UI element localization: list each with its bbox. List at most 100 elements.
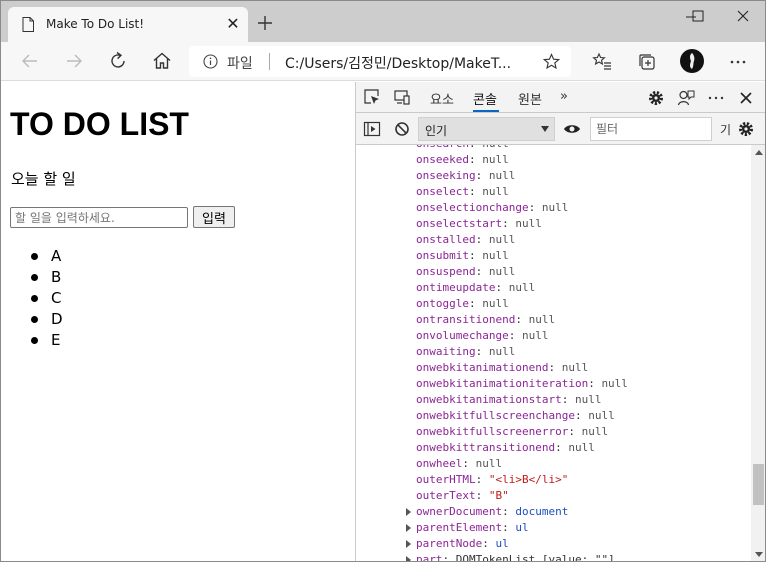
- url-scheme-label: 파일: [227, 56, 253, 72]
- console-property-line: onselectionchange: null: [356, 200, 568, 216]
- property-colon: :: [588, 377, 602, 390]
- console-settings-icon[interactable]: [737, 120, 755, 138]
- page-title: TO DO LIST: [10, 106, 189, 142]
- console-property-line: onwebkitfullscreenerror: null: [356, 424, 608, 440]
- console-property-line[interactable]: parentNode: ul: [356, 536, 509, 552]
- browser-tab[interactable]: Make To Do List! ✕: [8, 7, 248, 42]
- device-emulation-icon[interactable]: [393, 88, 411, 106]
- todo-item: C: [31, 288, 63, 309]
- today-subtitle: 오늘 할 일: [11, 170, 76, 188]
- console-property-line: onwebkitanimationstart: null: [356, 392, 601, 408]
- scroll-up-arrow-icon[interactable]: [755, 150, 763, 155]
- inspect-element-icon[interactable]: [363, 88, 381, 106]
- add-todo-button[interactable]: 입력: [193, 206, 235, 228]
- expand-arrow-icon[interactable]: [406, 556, 411, 561]
- settings-gear-icon[interactable]: [647, 89, 665, 107]
- url-text[interactable]: C:/Users/김정민/Desktop/MakeT...: [285, 53, 527, 73]
- console-property-line: onwheel: null: [356, 456, 502, 472]
- forward-icon[interactable]: [63, 50, 85, 72]
- property-colon: :: [548, 361, 562, 374]
- console-property-line: outerText: "B": [356, 488, 509, 504]
- expand-arrow-icon[interactable]: [406, 540, 411, 548]
- console-property-line: onselect: null: [356, 184, 509, 200]
- close-window-icon[interactable]: [728, 7, 758, 27]
- property-colon: :: [568, 425, 582, 438]
- property-key: onselectionchange: [416, 201, 529, 214]
- scroll-down-arrow-icon[interactable]: [755, 552, 763, 557]
- property-key: ownerDocument: [416, 505, 503, 518]
- refresh-icon[interactable]: [107, 50, 129, 72]
- execution-context-value: 인기: [425, 124, 448, 138]
- new-tab-icon[interactable]: [255, 13, 275, 33]
- property-colon: :: [495, 281, 509, 294]
- expand-arrow-icon[interactable]: [406, 524, 411, 532]
- console-property-line: onseeked: null: [356, 152, 509, 168]
- scrollbar-thumb[interactable]: [753, 464, 764, 505]
- chevron-down-icon: [541, 126, 549, 132]
- property-key: onvolumechange: [416, 329, 509, 342]
- execution-context-select[interactable]: 인기: [418, 117, 555, 141]
- property-colon: :: [475, 233, 489, 246]
- property-value: "B": [488, 489, 509, 502]
- console-property-line[interactable]: parentElement: ul: [356, 520, 529, 536]
- todo-input[interactable]: [10, 207, 188, 228]
- clear-console-icon[interactable]: [393, 120, 411, 138]
- property-value: null: [482, 249, 509, 262]
- address-bar[interactable]: 파일 C:/Users/김정민/Desktop/MakeT...: [189, 46, 571, 77]
- console-scrollbar[interactable]: [751, 145, 765, 561]
- home-icon[interactable]: [151, 50, 173, 72]
- info-icon[interactable]: [203, 54, 218, 69]
- property-key: onwebkitanimationstart: [416, 393, 562, 406]
- favorite-star-icon[interactable]: [543, 53, 560, 70]
- profile-picture-icon: [690, 53, 695, 69]
- more-menu-icon[interactable]: [727, 51, 749, 73]
- property-value: null: [482, 153, 509, 166]
- property-value: null: [488, 169, 516, 182]
- console-property-line: onseeking: null: [356, 168, 515, 184]
- address-separator: [269, 53, 270, 70]
- profile-avatar[interactable]: [680, 49, 704, 73]
- property-key: ontransitionend: [416, 313, 516, 326]
- console-property-line: onstalled: null: [356, 232, 515, 248]
- back-icon[interactable]: [19, 50, 41, 72]
- close-tab-icon[interactable]: ✕: [224, 15, 242, 33]
- property-key: outerText: [416, 489, 476, 502]
- console-toolbar: 인기 기: [356, 113, 765, 145]
- feedback-icon[interactable]: [677, 89, 695, 107]
- tab-console[interactable]: 콘솔: [473, 89, 497, 108]
- property-value: null: [561, 361, 589, 374]
- console-property-line: outerHTML: "<li>B</li>": [356, 472, 568, 488]
- todo-item: B: [31, 267, 63, 288]
- more-tabs-icon[interactable]: »: [560, 89, 568, 104]
- console-property-line: onvolumechange: null: [356, 328, 548, 344]
- property-key: parentNode: [416, 537, 483, 550]
- show-sidebar-icon[interactable]: [363, 120, 381, 138]
- close-devtools-icon[interactable]: [737, 89, 755, 107]
- property-key: onwebkitfullscreenchange: [416, 409, 575, 422]
- navigation-bar: 파일 C:/Users/김정민/Desktop/MakeT...: [1, 42, 765, 81]
- property-value: null: [475, 457, 503, 470]
- property-key: ontimeupdate: [416, 281, 496, 294]
- console-property-line: onwebkitfullscreenchange: null: [356, 408, 615, 424]
- property-key: onselectstart: [416, 217, 503, 230]
- tab-sources[interactable]: 원본: [518, 89, 542, 108]
- live-expression-eye-icon[interactable]: [563, 120, 581, 138]
- property-colon: :: [475, 473, 489, 486]
- todo-list: A B C D E: [31, 246, 63, 351]
- expand-arrow-icon[interactable]: [406, 508, 411, 516]
- console-filter-input[interactable]: [590, 117, 712, 141]
- devtools-more-icon[interactable]: [707, 89, 725, 107]
- property-colon: :: [502, 217, 516, 230]
- console-property-line[interactable]: ownerDocument: document: [356, 504, 568, 520]
- maximize-icon[interactable]: [682, 7, 712, 27]
- property-value: null: [482, 297, 509, 310]
- property-key: ontoggle: [416, 297, 469, 310]
- property-colon: :: [574, 409, 589, 422]
- console-property-line[interactable]: part: DOMTokenList [value: ""]: [356, 552, 615, 561]
- log-levels-dropdown[interactable]: 기: [720, 121, 731, 138]
- property-key: outerHTML: [416, 473, 476, 486]
- tab-elements[interactable]: 요소: [430, 89, 454, 108]
- console-output[interactable]: onsearch: nullonseeked: nullonseeking: n…: [356, 145, 752, 561]
- favorites-list-icon[interactable]: [591, 51, 613, 73]
- collections-icon[interactable]: [636, 51, 658, 73]
